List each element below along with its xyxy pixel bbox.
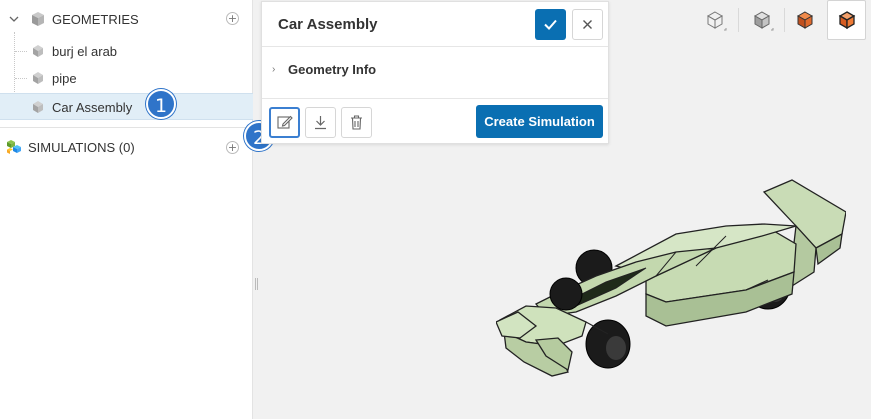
delete-button[interactable] <box>341 107 372 138</box>
orange-cube-icon <box>796 11 814 29</box>
toolbar-separator <box>738 8 739 32</box>
confirm-button[interactable] <box>535 9 566 40</box>
card-separator <box>262 46 608 47</box>
project-tree-panel: GEOMETRIES + burj el arab pipe Car Assem… <box>0 0 253 419</box>
geometry-icon <box>33 101 43 113</box>
edit-geometry-button[interactable] <box>269 107 300 138</box>
check-icon <box>544 19 557 30</box>
simulations-label: SIMULATIONS (0) <box>28 140 135 155</box>
wireframe-cube-icon <box>706 11 727 31</box>
edit-icon <box>277 115 293 129</box>
view-button-orange-solid[interactable] <box>785 0 825 40</box>
download-button[interactable] <box>305 107 336 138</box>
view-button-orange-outline[interactable] <box>827 0 866 40</box>
trash-icon <box>351 115 362 130</box>
geometry-info-label: Geometry Info <box>288 62 377 77</box>
chevron-down-icon[interactable] <box>8 13 20 25</box>
tree-item-burj-el-arab[interactable]: burj el arab <box>0 38 253 64</box>
geometry-icon <box>33 45 43 57</box>
view-button-solid[interactable] <box>742 0 782 40</box>
simulations-icon <box>7 140 21 154</box>
card-separator <box>262 98 608 99</box>
tree-item-label: pipe <box>52 71 77 86</box>
panel-resize-handle[interactable] <box>255 278 258 290</box>
geometry-folder-icon <box>32 12 44 26</box>
tree-item-car-assembly[interactable]: Car Assembly <box>0 93 253 120</box>
add-geometry-button[interactable]: + <box>226 12 239 25</box>
add-simulation-button[interactable]: + <box>226 141 239 154</box>
geometry-info-toggle[interactable]: › Geometry Info <box>272 62 376 77</box>
close-icon <box>583 20 592 29</box>
view-button-wireframe[interactable] <box>695 0 735 40</box>
card-title: Car Assembly <box>278 16 378 33</box>
create-simulation-button[interactable]: Create Simulation <box>476 105 603 138</box>
simulations-header[interactable]: SIMULATIONS (0) + <box>0 134 253 160</box>
geometry-icon <box>33 72 43 84</box>
car-3d-model <box>496 179 846 377</box>
tree-item-pipe[interactable]: pipe <box>0 65 253 91</box>
close-button[interactable] <box>572 9 603 40</box>
tree-divider <box>0 127 253 128</box>
tree-item-label: burj el arab <box>52 44 118 59</box>
orange-cube-outline-icon <box>838 11 856 30</box>
chevron-right-icon: › <box>272 64 276 75</box>
geometries-header[interactable]: GEOMETRIES + <box>0 6 253 32</box>
geometry-card: Car Assembly › Geometry Info Create Simu… <box>261 1 609 144</box>
tree-item-label: Car Assembly <box>52 100 133 115</box>
solid-cube-icon <box>753 11 774 31</box>
download-icon <box>315 116 326 130</box>
callout-badge-1: 1 <box>146 89 176 119</box>
geometries-label: GEOMETRIES <box>52 12 139 27</box>
